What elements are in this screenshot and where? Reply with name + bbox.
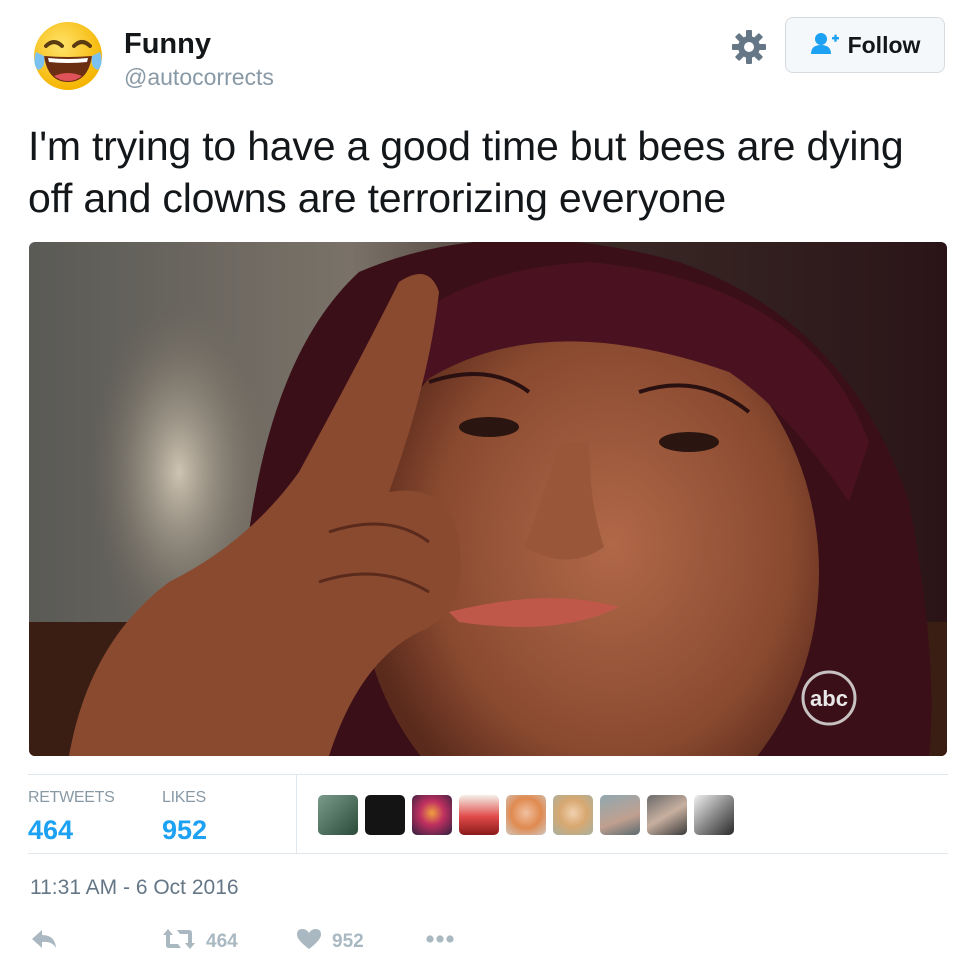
tweet-timestamp[interactable]: 11:31 AM - 6 Oct 2016 — [30, 876, 239, 900]
reply-icon — [30, 928, 58, 955]
display-name[interactable]: Funny — [124, 28, 211, 61]
likes-label: LIKES — [162, 789, 206, 806]
reply-button[interactable] — [30, 928, 58, 955]
follow-button[interactable]: Follow — [785, 17, 945, 73]
retweets-label: RETWEETS — [28, 789, 115, 806]
stats-divider — [296, 775, 297, 853]
like-count: 952 — [332, 930, 364, 952]
crying-laughing-emoji-icon[interactable] — [30, 18, 106, 94]
add-user-icon — [810, 32, 840, 59]
follow-label: Follow — [847, 31, 921, 58]
retweet-icon — [162, 928, 196, 955]
tweet-text: I'm trying to have a good time but bees … — [28, 120, 948, 224]
liker-avatar[interactable] — [318, 795, 358, 835]
more-dots-icon — [425, 928, 455, 955]
liker-avatar[interactable] — [365, 795, 405, 835]
retweets-stat[interactable]: RETWEETS 464 — [28, 789, 115, 846]
tweet-actions: 464 952 — [30, 928, 630, 958]
liker-avatars — [318, 795, 734, 835]
tweet-text-line-2: off and clowns are terrorizing everyone — [28, 175, 726, 221]
liker-avatar[interactable] — [412, 795, 452, 835]
tweet-media-image[interactable]: abc — [29, 242, 947, 756]
user-handle[interactable]: @autocorrects — [124, 64, 274, 91]
engagement-stats: RETWEETS 464 LIKES 952 — [28, 774, 948, 854]
tweet-header: Funny @autocorrects Follow — [30, 17, 948, 91]
liker-avatar[interactable] — [600, 795, 640, 835]
liker-avatar[interactable] — [694, 795, 734, 835]
likes-stat[interactable]: LIKES 952 — [162, 789, 207, 846]
more-button[interactable] — [425, 928, 455, 955]
liker-avatar[interactable] — [553, 795, 593, 835]
gear-icon[interactable] — [730, 28, 768, 66]
heart-icon — [296, 928, 322, 955]
retweet-count: 464 — [206, 930, 238, 952]
tweet-text-line-1: I'm trying to have a good time but bees … — [28, 123, 904, 169]
like-button[interactable]: 952 — [296, 928, 364, 955]
retweet-button[interactable]: 464 — [162, 928, 238, 955]
retweets-count: 464 — [28, 815, 74, 845]
liker-avatar[interactable] — [459, 795, 499, 835]
liker-avatar[interactable] — [506, 795, 546, 835]
likes-count: 952 — [162, 815, 208, 845]
abc-watermark: abc — [810, 686, 848, 711]
liker-avatar[interactable] — [647, 795, 687, 835]
